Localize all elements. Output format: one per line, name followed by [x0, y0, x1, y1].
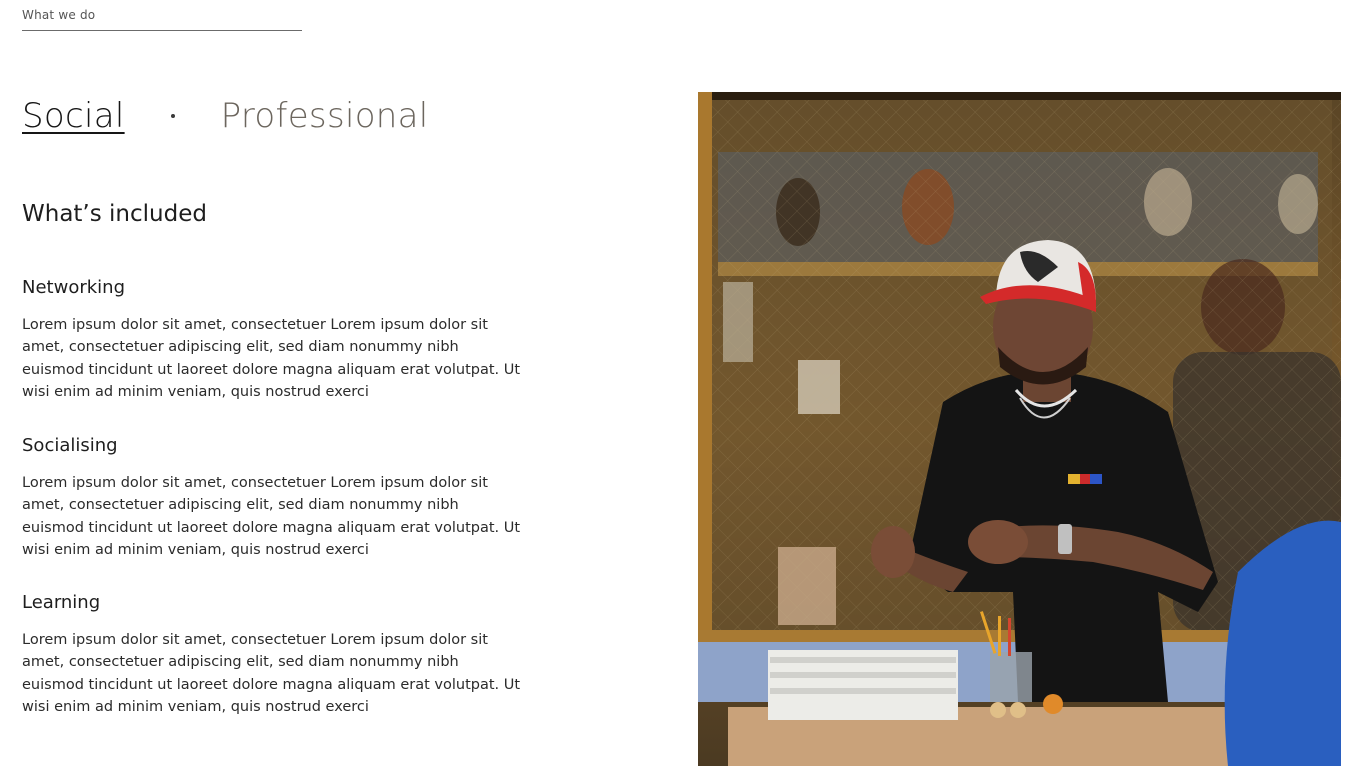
page: What we do Social Professional What’s in… — [0, 0, 1366, 766]
feature-socialising: Socialising Lorem ipsum dolor sit amet, … — [22, 434, 522, 562]
feature-description: Lorem ipsum dolor sit amet, consectetuer… — [22, 632, 521, 716]
tab-social[interactable]: Social — [22, 94, 125, 138]
speaker-photo — [698, 92, 1341, 766]
tab-bar: Social Professional — [22, 94, 429, 138]
feature-title: Socialising — [22, 435, 118, 456]
feature-networking: Networking Lorem ipsum dolor sit amet, c… — [22, 276, 522, 404]
feature-title: Networking — [22, 277, 125, 298]
section-label: What we do — [22, 8, 302, 31]
feature-description: Lorem ipsum dolor sit amet, consectetuer… — [22, 475, 521, 559]
tab-separator-dot — [170, 114, 175, 118]
feature-title: Learning — [22, 592, 101, 613]
tab-professional[interactable]: Professional — [221, 94, 429, 138]
feature-description: Lorem ipsum dolor sit amet, consectetuer… — [22, 317, 521, 401]
feature-learning: Learning Lorem ipsum dolor sit amet, con… — [22, 591, 522, 719]
whats-included-heading: What’s included — [22, 201, 207, 227]
